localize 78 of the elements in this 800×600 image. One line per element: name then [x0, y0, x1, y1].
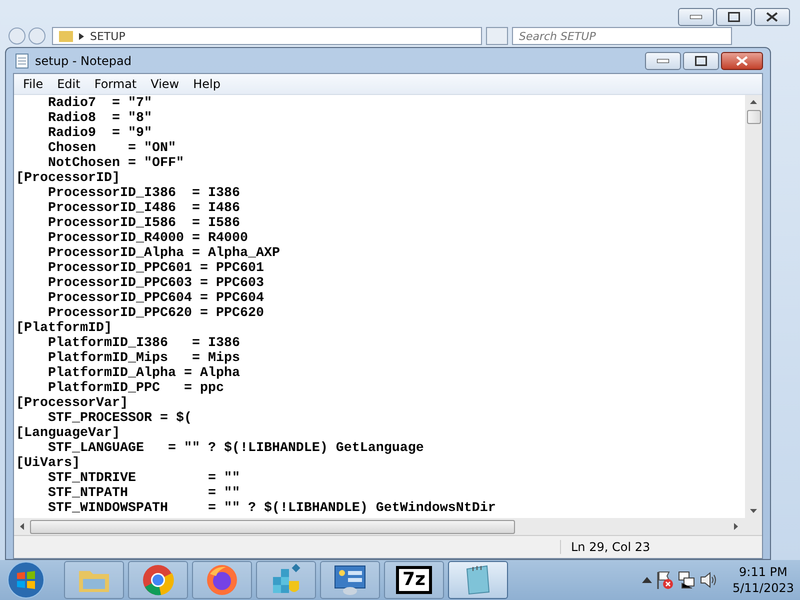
text-line: Radio7 = "7" [46, 96, 153, 111]
cursor-position: Ln 29, Col 23 [560, 540, 650, 554]
text-line: [UiVars] [16, 456, 81, 471]
scroll-up-icon[interactable] [750, 100, 757, 104]
start-button[interactable] [6, 560, 46, 600]
control-panel-icon [333, 564, 367, 596]
text-line: [ProcessorID] [16, 171, 121, 186]
text-line: ProcessorID_PPC603 = PPC603 [46, 276, 265, 291]
show-hidden-icons-icon[interactable] [642, 577, 652, 583]
notepad-icon [15, 52, 29, 68]
text-line: STF_NTDRIVE = "" [46, 471, 241, 486]
text-line: ProcessorID_I386 = I386 [46, 186, 241, 201]
text-line: ProcessorID_PPC601 = PPC601 [46, 261, 265, 276]
taskbar-app[interactable] [320, 561, 380, 599]
maximize-icon [728, 12, 740, 22]
maximize-button[interactable] [716, 8, 752, 26]
scroll-thumb[interactable] [746, 110, 760, 124]
menu-item[interactable]: Format [87, 77, 144, 91]
text-line: [LanguageVar] [16, 426, 121, 441]
close-button[interactable] [754, 8, 790, 26]
text-line: ProcessorID_R4000 = R4000 [46, 231, 249, 246]
maximize-icon [695, 56, 707, 66]
minimize-button[interactable] [678, 8, 714, 26]
taskbar-app[interactable] [128, 561, 188, 599]
text-line: STF_WINDOWSPATH = "" ? $(!LIBHANDLE) GetWindowsNtDir [46, 501, 497, 516]
search-field[interactable]: Search SETUP [512, 27, 732, 45]
scroll-left-icon[interactable] [20, 523, 24, 530]
minimize-button[interactable] [645, 52, 681, 70]
text-line: [ProcessorVar] [16, 396, 129, 411]
breadcrumb-arrow-icon [79, 32, 84, 40]
text-line: PlatformID_I386 = I386 [46, 336, 241, 351]
vertical-scrollbar[interactable] [745, 95, 762, 518]
text-line: [PlatformID] [16, 321, 113, 336]
menu-item[interactable]: View [144, 77, 186, 91]
text-line: NotChosen = "OFF" [46, 156, 185, 171]
menu-item[interactable]: Help [186, 77, 228, 91]
text-line: STF_PROCESSOR = $( [46, 411, 193, 426]
flag-icon[interactable] [656, 570, 674, 590]
minimize-icon [690, 15, 702, 19]
text-line: STF_LANGUAGE = "" ? $(!LIBHANDLE) GetLanguage [46, 441, 425, 456]
maximize-button[interactable] [683, 52, 719, 70]
window-title: setup - Notepad [35, 54, 132, 68]
chrome-icon [142, 564, 174, 596]
text-line: ProcessorID_PPC604 = PPC604 [46, 291, 265, 306]
close-icon [736, 56, 748, 66]
close-button[interactable] [721, 52, 763, 70]
network-icon[interactable] [678, 571, 696, 589]
taskbar-app[interactable] [192, 561, 252, 599]
menu-item[interactable]: Edit [50, 77, 88, 91]
text-line: STF_NTPATH = "" [46, 486, 241, 501]
time-text: 9:11 PM [739, 564, 788, 580]
scroll-down-icon[interactable] [750, 509, 757, 513]
archive-logo: 7z [396, 566, 432, 594]
clock[interactable]: 9:11 PM 5/11/2023 [732, 564, 794, 596]
text-line: ProcessorID_PPC620 = PPC620 [46, 306, 265, 321]
text-line: Radio8 = "8" [46, 111, 153, 126]
horizontal-scrollbar[interactable] [14, 518, 762, 535]
speaker-icon[interactable] [700, 572, 718, 588]
text-line: PlatformID_Mips = Mips [46, 351, 241, 366]
close-icon [766, 12, 778, 22]
firefox-icon [206, 564, 238, 596]
address-bar[interactable]: SETUP [52, 27, 482, 45]
text-line: Radio9 = "9" [46, 126, 153, 141]
text-line: ProcessorID_I586 = I586 [46, 216, 241, 231]
text-line: PlatformID_Alpha = Alpha [46, 366, 241, 381]
folder-icon [59, 30, 73, 42]
text-line: ProcessorID_I486 = I486 [46, 201, 241, 216]
minimize-icon [657, 58, 669, 62]
text-line: PlatformID_PPC = ppc [46, 381, 225, 396]
address-text: SETUP [90, 30, 126, 42]
taskbar-app[interactable] [448, 561, 508, 599]
text-line: Chosen = "ON" [46, 141, 177, 156]
scroll-thumb[interactable] [30, 520, 515, 534]
date-text: 5/11/2023 [732, 580, 794, 596]
text-line: ProcessorID_Alpha = Alpha_AXP [46, 246, 281, 261]
taskbar-app[interactable]: 7z [384, 561, 444, 599]
menu-item[interactable]: File [16, 77, 50, 91]
scroll-right-icon[interactable] [734, 523, 738, 530]
